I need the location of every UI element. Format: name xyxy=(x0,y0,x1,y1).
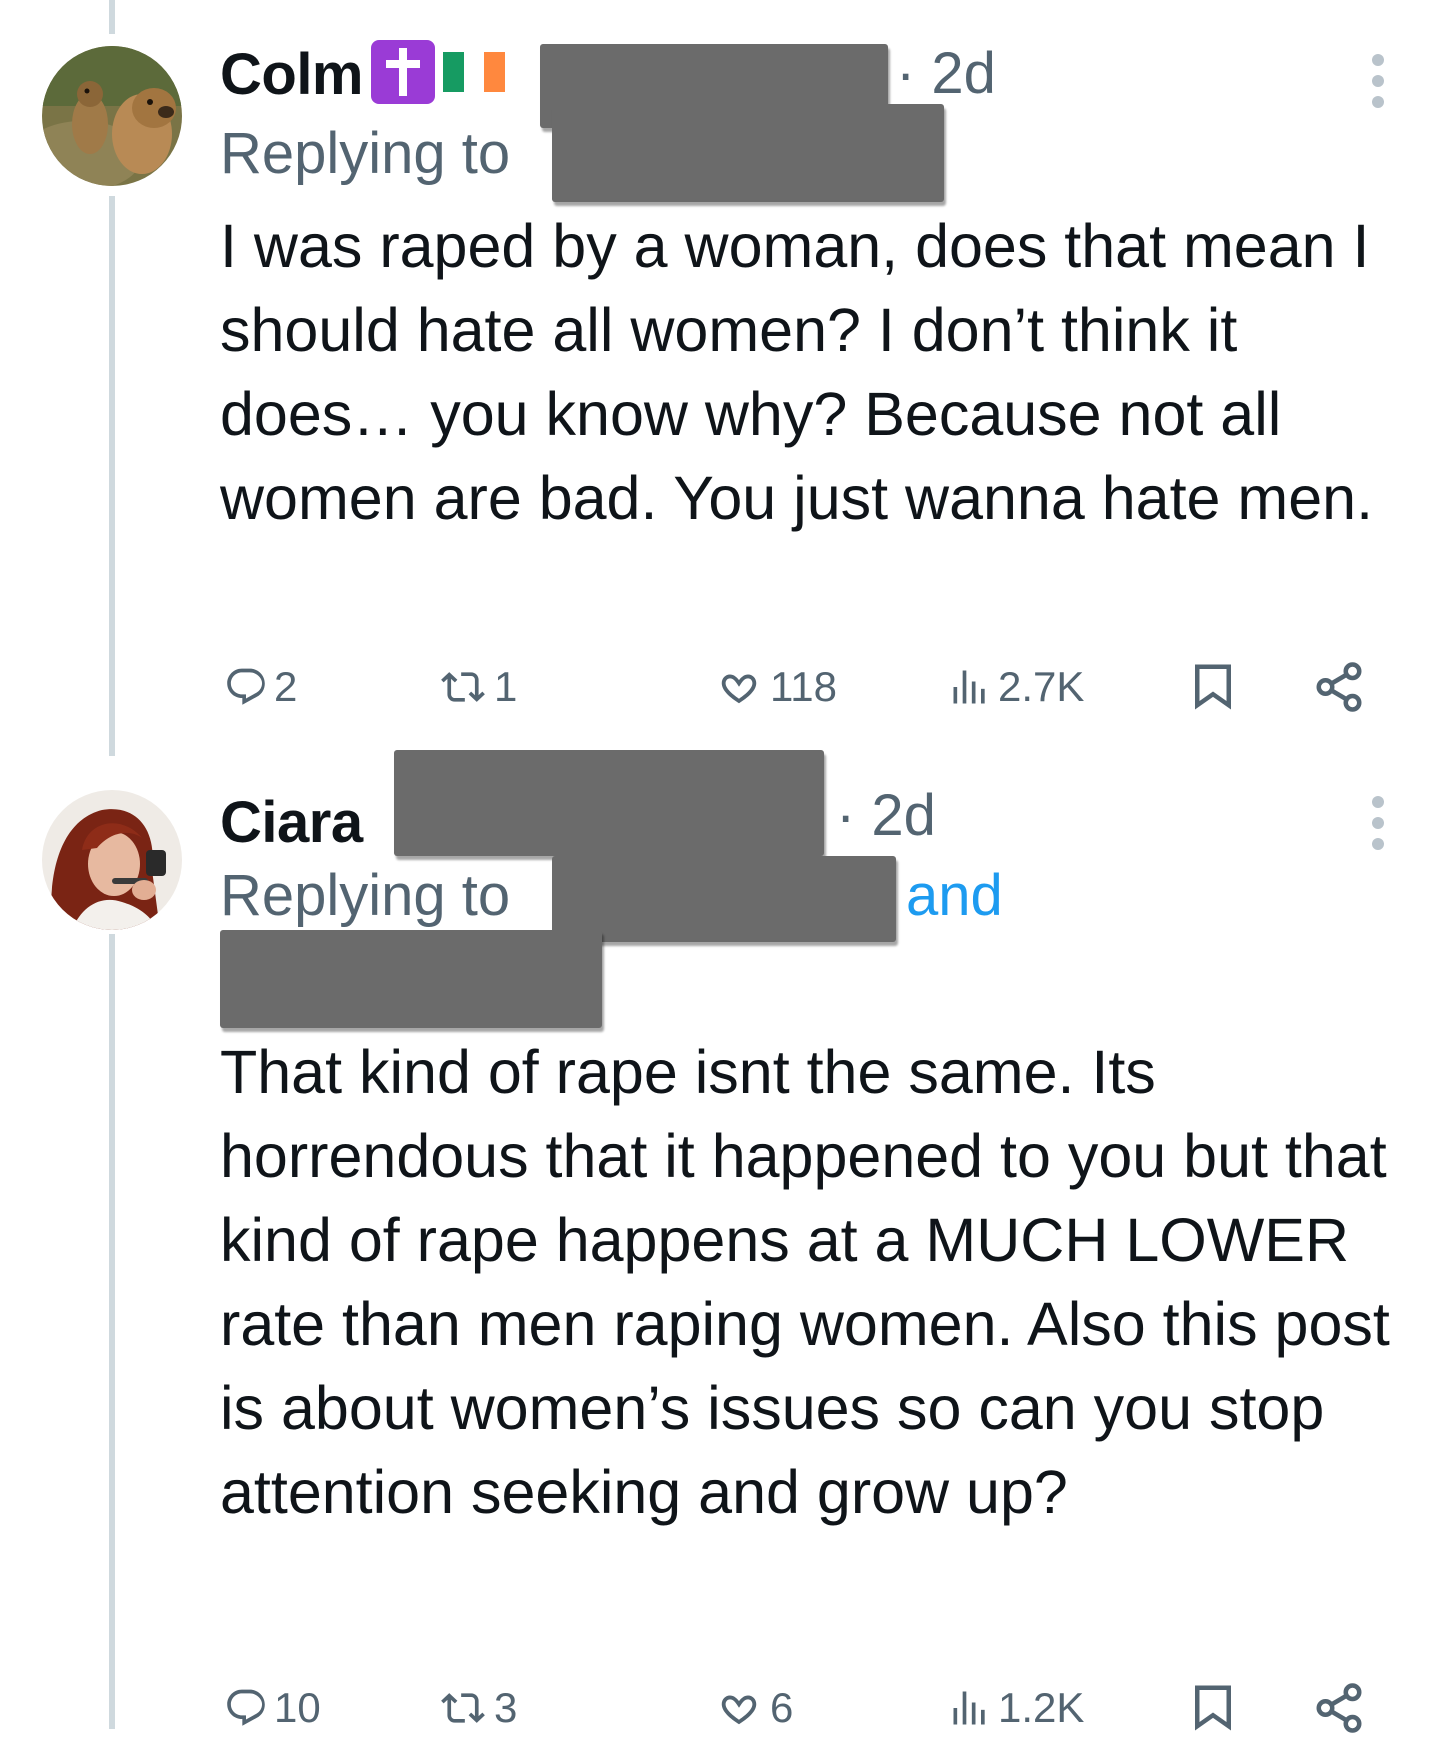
like-count: 118 xyxy=(770,663,837,710)
redacted-reply-target xyxy=(552,104,944,202)
share-button[interactable] xyxy=(1312,657,1366,717)
tweet-ciara[interactable]: Ciara · 2d Replying to and That kind of … xyxy=(0,740,1439,1733)
and-link[interactable]: and xyxy=(906,862,1003,929)
ireland-flag-emoji-icon xyxy=(443,51,505,97)
replying-to-label: Replying to xyxy=(220,863,511,928)
more-icon[interactable] xyxy=(1371,796,1385,850)
heart-icon xyxy=(721,1695,757,1725)
views-button[interactable]: 2.7K xyxy=(948,657,1084,717)
share-icon xyxy=(1316,662,1362,712)
retweet-count: 1 xyxy=(494,663,518,710)
display-name[interactable]: Ciara xyxy=(220,789,363,856)
tweet-text: I was raped by a woman, does that mean I… xyxy=(220,212,1374,532)
display-name[interactable]: Colm xyxy=(220,41,364,108)
share-button[interactable] xyxy=(1312,1678,1366,1738)
timestamp[interactable]: · 2d xyxy=(896,40,996,107)
author-row: Ciara xyxy=(220,782,363,862)
reply-count: 10 xyxy=(274,1684,321,1731)
retweet-button[interactable]: 3 xyxy=(438,1678,517,1738)
latin-cross-emoji-icon xyxy=(369,38,437,111)
reply-count: 2 xyxy=(274,663,298,710)
avatar[interactable] xyxy=(42,790,182,930)
like-count: 6 xyxy=(770,1684,794,1731)
bookmark-button[interactable] xyxy=(1190,1678,1236,1738)
like-button[interactable]: 6 xyxy=(714,1678,793,1738)
retweet-icon xyxy=(441,672,485,702)
timestamp[interactable]: · 2d xyxy=(836,782,936,849)
share-icon xyxy=(1316,1683,1362,1733)
action-bar: 2 1 118 2.7K xyxy=(220,657,1370,717)
tweet-text: That kind of rape isnt the same. Its hor… xyxy=(220,1038,1390,1526)
like-button[interactable]: 118 xyxy=(714,657,837,717)
redacted-reply-target-1 xyxy=(552,856,896,942)
views-button[interactable]: 1.2K xyxy=(948,1678,1084,1738)
reply-icon xyxy=(227,668,265,705)
bookmark-button[interactable] xyxy=(1190,657,1236,717)
reply-icon xyxy=(227,1689,265,1726)
author-row: Colm xyxy=(220,34,505,114)
avatar[interactable] xyxy=(42,46,182,186)
views-count: 2.7K xyxy=(998,663,1085,710)
heart-icon xyxy=(721,674,757,704)
retweet-icon xyxy=(441,1693,485,1723)
reply-button[interactable]: 2 xyxy=(224,657,297,717)
bookmark-icon xyxy=(1195,1685,1231,1731)
action-bar: 10 3 6 1.2K xyxy=(220,1678,1370,1738)
replying-to-label: Replying to xyxy=(220,121,511,186)
views-icon xyxy=(953,670,985,704)
redacted-reply-target-2 xyxy=(220,930,602,1028)
redacted-handle xyxy=(394,750,824,856)
reply-button[interactable]: 10 xyxy=(224,1678,321,1738)
more-icon[interactable] xyxy=(1371,54,1385,108)
views-count: 1.2K xyxy=(998,1684,1085,1731)
retweet-button[interactable]: 1 xyxy=(438,657,517,717)
views-icon xyxy=(953,1691,985,1725)
bookmark-icon xyxy=(1195,664,1231,710)
retweet-count: 3 xyxy=(494,1684,518,1731)
tweet-colm[interactable]: Colm · 2d Replying to I was raped by a w… xyxy=(0,0,1439,720)
